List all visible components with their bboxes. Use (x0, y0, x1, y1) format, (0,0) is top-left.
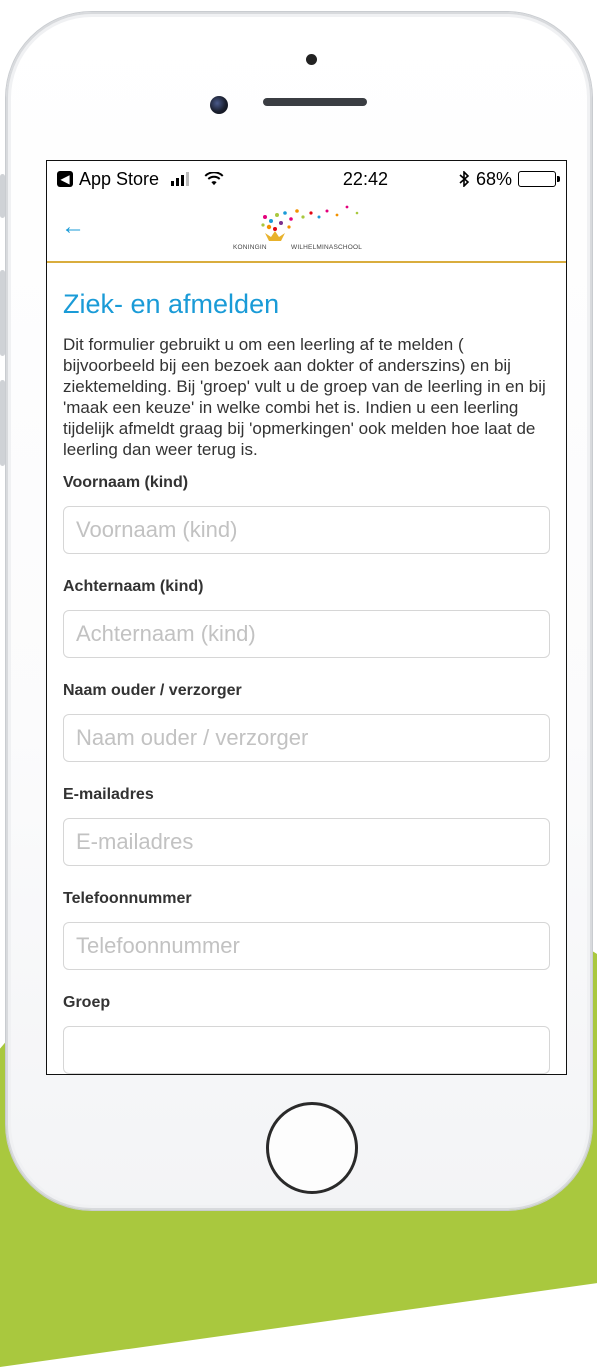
school-logo: KONINGIN WILHELMINASCHOOL (225, 203, 395, 255)
battery-percent: 68% (475, 168, 512, 189)
last-name-label: Achternaam (kind) (63, 578, 204, 595)
status-bar: ◀ App Store 22:42 68% (47, 161, 566, 197)
parent-name-input[interactable] (63, 714, 550, 762)
phone-screen: ◀ App Store 22:42 68% ← KONINGIN WILHELM… (46, 160, 567, 1075)
side-button-volume-down (0, 380, 5, 466)
parent-name-label: Naam ouder / verzorger (63, 682, 242, 699)
side-button-mute (0, 174, 5, 218)
proximity-sensor (306, 54, 317, 65)
email-input[interactable] (63, 818, 550, 866)
app-header: ← KONINGIN WILHELMINASCHOOL (47, 197, 566, 263)
back-to-app-icon[interactable]: ◀ (57, 171, 73, 187)
battery-icon (518, 171, 560, 187)
front-camera (210, 96, 228, 114)
logo-text-left: KONINGIN (233, 244, 267, 251)
field-parent-name: Naam ouder / verzorger (63, 682, 550, 786)
field-phone: Telefoonnummer (63, 890, 550, 994)
phone-label: Telefoonnummer (63, 890, 192, 907)
field-email: E-mailadres (63, 786, 550, 890)
group-label: Groep (63, 994, 111, 1011)
phone-input[interactable] (63, 922, 550, 970)
status-time: 22:42 (342, 168, 388, 189)
email-label: E-mailadres (63, 786, 154, 803)
side-button-volume-up (0, 270, 5, 356)
intro-text: Dit formulier gebruikt u om een leerling… (63, 335, 546, 459)
form-content: Ziek- en afmelden Dit formulier gebruikt… (47, 289, 566, 1074)
cellular-signal-icon (171, 172, 190, 186)
last-name-input[interactable] (63, 610, 550, 658)
home-button[interactable] (266, 1102, 358, 1194)
field-group: Groep (63, 994, 550, 1074)
wifi-icon (204, 172, 224, 186)
field-first-name: Voornaam (kind) (63, 474, 550, 578)
bluetooth-icon (459, 171, 470, 187)
logo-confetti-icon (261, 205, 359, 241)
back-arrow-icon[interactable]: ← (61, 213, 85, 241)
logo-text-right: WILHELMINASCHOOL (291, 244, 363, 251)
field-last-name: Achternaam (kind) (63, 578, 550, 682)
first-name-input[interactable] (63, 506, 550, 554)
first-name-label: Voornaam (kind) (63, 474, 189, 491)
page-title: Ziek- en afmelden (63, 289, 280, 319)
group-select[interactable] (63, 1026, 550, 1074)
back-to-app-label[interactable]: App Store (79, 169, 159, 190)
earpiece-speaker (263, 98, 367, 106)
